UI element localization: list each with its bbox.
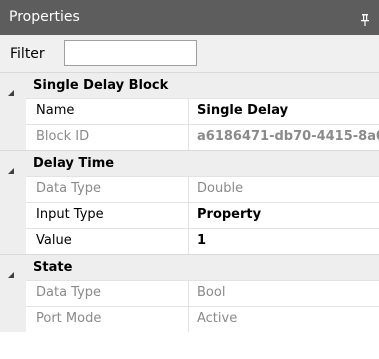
property-row-data-type[interactable]: Data Type Bool <box>0 280 379 306</box>
pin-icon[interactable] <box>360 11 370 26</box>
category-label: State <box>33 260 73 275</box>
category-single-delay-block[interactable]: Single Delay Block <box>0 72 379 98</box>
property-row-port-mode[interactable]: Port Mode Active <box>0 306 379 332</box>
panel-titlebar: Properties <box>0 0 379 35</box>
collapse-chevron-icon[interactable] <box>7 160 15 174</box>
property-name: Value <box>26 228 189 254</box>
property-row-value[interactable]: Value 1 <box>0 228 379 254</box>
panel-title: Properties <box>9 9 80 25</box>
property-value[interactable]: Property <box>189 202 379 228</box>
property-name: Data Type <box>26 280 189 306</box>
property-name: Data Type <box>26 176 189 202</box>
property-value[interactable]: 1 <box>189 228 379 254</box>
property-name: Port Mode <box>26 306 189 332</box>
property-grid: Single Delay Block Name Single Delay Blo… <box>0 72 379 332</box>
property-row-name[interactable]: Name Single Delay <box>0 98 379 124</box>
property-value: Double <box>189 176 379 202</box>
collapse-chevron-icon[interactable] <box>7 264 15 278</box>
category-label: Single Delay Block <box>33 78 169 93</box>
filter-input[interactable] <box>64 40 197 66</box>
property-name: Name <box>26 98 189 124</box>
property-name: Block ID <box>26 124 189 150</box>
property-name: Input Type <box>26 202 189 228</box>
property-row-input-type[interactable]: Input Type Property <box>0 202 379 228</box>
properties-panel: Properties Filter Single Delay Block Nam… <box>0 0 379 359</box>
property-value: Active <box>189 306 379 332</box>
property-value[interactable]: Single Delay <box>189 98 379 124</box>
category-label: Delay Time <box>33 156 115 171</box>
category-delay-time[interactable]: Delay Time <box>0 150 379 176</box>
property-value: Bool <box>189 280 379 306</box>
collapse-chevron-icon[interactable] <box>7 82 15 96</box>
filter-label: Filter <box>10 46 45 62</box>
category-state[interactable]: State <box>0 254 379 280</box>
filter-bar: Filter <box>0 35 379 72</box>
property-row-data-type[interactable]: Data Type Double <box>0 176 379 202</box>
property-row-block-id[interactable]: Block ID a6186471-db70-4415-8a08 <box>0 124 379 150</box>
property-value: a6186471-db70-4415-8a08 <box>189 124 379 150</box>
